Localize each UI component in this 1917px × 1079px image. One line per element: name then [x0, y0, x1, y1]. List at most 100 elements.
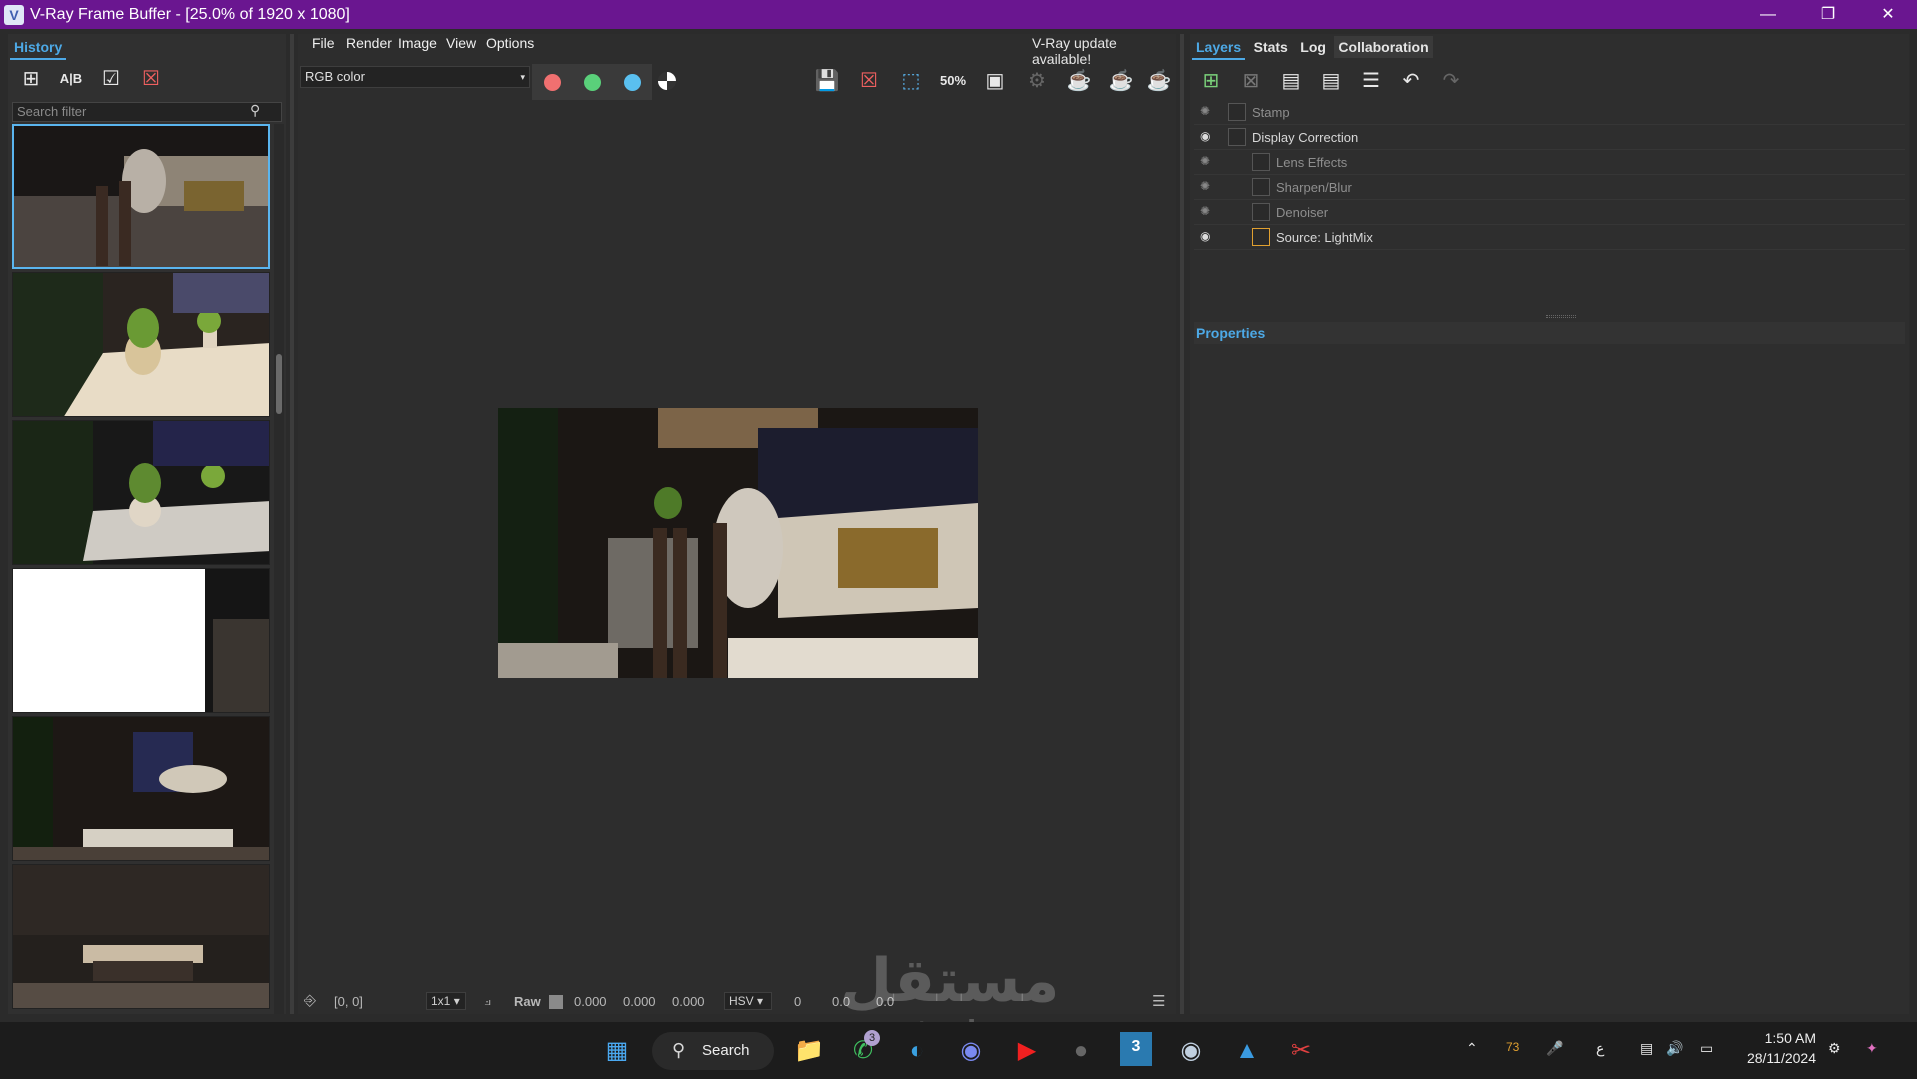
update-notice-link[interactable]: V-Ray update available!	[1032, 35, 1166, 67]
minimize-button[interactable]: —	[1738, 0, 1798, 29]
menu-image[interactable]: Image	[398, 35, 437, 51]
coordinates-readout: [0, 0]	[334, 994, 363, 1009]
layer-list-icon[interactable]: ☰	[1356, 66, 1386, 96]
sample-size-select[interactable]: 1x1 ▾	[426, 992, 466, 1010]
alpha-channel-icon[interactable]	[658, 72, 676, 90]
close-button[interactable]: ✕	[1858, 0, 1917, 29]
history-thumbnail[interactable]	[12, 864, 270, 1009]
history-thumbnail[interactable]	[12, 716, 270, 861]
layer-row-display-correction[interactable]: ◉ Display Correction	[1194, 125, 1905, 150]
microphone-icon[interactable]: 🎤	[1546, 1040, 1563, 1057]
raw-label: Raw	[514, 994, 541, 1009]
splitter-left[interactable]	[290, 34, 294, 1014]
3ds-max-icon[interactable]: 3	[1120, 1032, 1152, 1066]
splitter-right[interactable]	[1180, 34, 1184, 1014]
render-last-icon[interactable]: ⚙	[1022, 66, 1052, 96]
eye-icon[interactable]: ◉	[1200, 229, 1220, 243]
history-search-input[interactable]: Search filter	[12, 102, 282, 122]
youtube-icon[interactable]: ▶	[1008, 1032, 1046, 1070]
snipping-tool-icon[interactable]: ✂	[1282, 1032, 1320, 1070]
blue-channel-button[interactable]	[612, 64, 652, 100]
channel-select[interactable]: RGB color ▾	[300, 66, 530, 88]
tab-layers[interactable]: Layers	[1192, 36, 1246, 60]
tab-history[interactable]: History	[10, 36, 67, 60]
color-mode-select[interactable]: HSV ▾	[724, 992, 772, 1010]
save-layers-icon[interactable]: ▤	[1276, 66, 1306, 96]
tab-log[interactable]: Log	[1296, 36, 1330, 58]
battery-icon[interactable]: ▭	[1700, 1040, 1713, 1057]
clear-image-icon[interactable]: ☒	[854, 66, 884, 96]
red-channel-button[interactable]	[532, 64, 572, 100]
layer-label: Source: LightMix	[1276, 230, 1373, 245]
red-dot-icon	[544, 74, 561, 91]
network-icon[interactable]: ▤	[1640, 1040, 1653, 1057]
zoom-button[interactable]: 50%	[938, 66, 968, 96]
file-explorer-icon[interactable]: 📁	[790, 1032, 828, 1070]
green-channel-button[interactable]	[572, 64, 612, 100]
region-render-icon[interactable]: ▣	[980, 66, 1010, 96]
tab-stats[interactable]: Stats	[1250, 36, 1292, 58]
sharpen-blur-icon	[1252, 178, 1270, 196]
load-history-icon[interactable]: ☑	[96, 64, 126, 94]
render-teapot-icon[interactable]: ☕	[1144, 66, 1174, 96]
log-toggle-icon[interactable]: ☰	[1152, 992, 1165, 1010]
layer-row-denoiser[interactable]: ✺ Denoiser	[1194, 200, 1905, 225]
color-picker-icon[interactable]: ⟓	[484, 992, 491, 1009]
menu-file[interactable]: File	[312, 35, 335, 51]
taskbar-search-button[interactable]: ⚲ Search	[652, 1032, 774, 1070]
remove-history-icon[interactable]: ☒	[136, 64, 166, 94]
visibility-off-icon[interactable]: ✺	[1200, 104, 1220, 118]
eye-icon[interactable]: ◉	[1200, 129, 1220, 143]
visibility-off-icon[interactable]: ✺	[1200, 179, 1220, 193]
history-thumbnail[interactable]	[12, 272, 270, 417]
save-to-history-icon[interactable]: ⊞	[16, 64, 46, 94]
splitter-handle[interactable]	[1546, 315, 1576, 318]
menu-render[interactable]: Render	[346, 35, 392, 51]
undo-icon[interactable]: ↶	[1396, 66, 1426, 96]
layer-row-lens-effects[interactable]: ✺ Lens Effects	[1194, 150, 1905, 175]
history-thumbnail[interactable]	[12, 124, 270, 269]
edge-icon[interactable]: ◐	[898, 1032, 936, 1070]
chevron-up-icon[interactable]: ⌃	[1466, 1040, 1478, 1057]
history-thumbnail[interactable]	[12, 420, 270, 565]
scrollbar-thumb[interactable]	[276, 354, 282, 414]
add-layer-icon[interactable]: ⊞	[1196, 66, 1226, 96]
track-mouse-icon[interactable]: ⬚	[896, 66, 926, 96]
clock-time[interactable]: 1:50 AM	[1736, 1030, 1816, 1046]
tab-collaboration[interactable]: Collaboration	[1334, 36, 1433, 58]
interactive-render-icon[interactable]: ☕	[1064, 66, 1094, 96]
properties-label: Properties	[1196, 325, 1266, 341]
history-thumbnail[interactable]	[12, 568, 270, 713]
volume-icon[interactable]: 🔊	[1666, 1040, 1683, 1057]
redo-icon[interactable]: ↷	[1436, 66, 1466, 96]
notification-bell-icon[interactable]: ⚙	[1828, 1040, 1841, 1057]
delete-layer-icon[interactable]: ⊠	[1236, 66, 1266, 96]
visibility-off-icon[interactable]: ✺	[1200, 204, 1220, 218]
menu-view[interactable]: View	[446, 35, 476, 51]
start-icon[interactable]: ▦	[598, 1032, 636, 1070]
layer-row-sharpen-blur[interactable]: ✺ Sharpen/Blur	[1194, 175, 1905, 200]
ab-compare-icon[interactable]: A|B	[56, 64, 86, 94]
load-layers-icon[interactable]: ▤	[1316, 66, 1346, 96]
search-icon[interactable]: ⚲	[250, 102, 260, 119]
restore-button[interactable]: ❐	[1798, 0, 1858, 29]
visibility-off-icon[interactable]: ✺	[1200, 154, 1220, 168]
discord-icon[interactable]: ◉	[952, 1032, 990, 1070]
stop-render-icon[interactable]: ☕	[1106, 66, 1136, 96]
copilot-icon[interactable]: ✦	[1866, 1040, 1878, 1057]
blue-value: 0.000	[672, 994, 705, 1009]
properties-header: Properties	[1194, 322, 1905, 344]
steam-icon[interactable]: ◉	[1172, 1032, 1210, 1070]
history-scrollbar[interactable]	[274, 124, 284, 1014]
layer-row-source-lightmix[interactable]: ◉ Source: LightMix	[1194, 225, 1905, 250]
keyboard-language[interactable]: ع	[1596, 1040, 1604, 1057]
paint-icon[interactable]: ▲	[1228, 1032, 1266, 1070]
lock-icon[interactable]: ⎆	[304, 992, 316, 1009]
layer-row-stamp[interactable]: ✺ Stamp	[1194, 100, 1905, 125]
clock-date[interactable]: 28/11/2024	[1736, 1050, 1816, 1066]
layer-label: Denoiser	[1276, 205, 1329, 220]
alien-icon[interactable]: ●	[1062, 1032, 1100, 1070]
green-value: 0.000	[623, 994, 656, 1009]
save-image-icon[interactable]: 💾	[812, 66, 842, 96]
menu-options[interactable]: Options	[486, 35, 534, 51]
